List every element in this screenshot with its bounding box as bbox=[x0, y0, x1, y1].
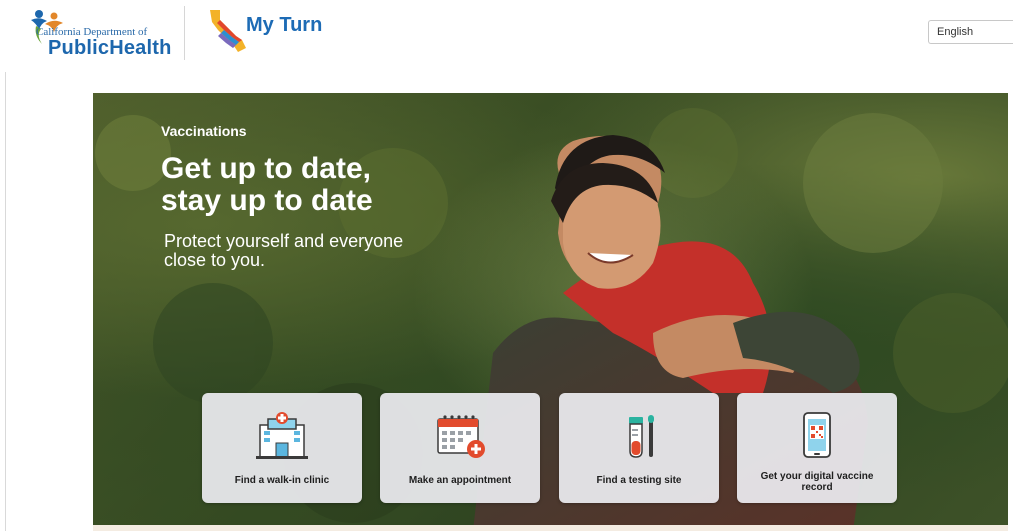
digital-vaccine-record-label: Get your digital vaccine record bbox=[743, 471, 891, 493]
test-tube-swab-icon bbox=[629, 415, 654, 458]
cdph-name-line2: PublicHealth bbox=[48, 37, 172, 59]
hero-subhead-line2: close to you. bbox=[164, 250, 266, 270]
hero-eyebrow: Vaccinations bbox=[161, 123, 247, 139]
testing-site-card[interactable]: Find a testing site bbox=[559, 393, 719, 503]
myturn-brand-text: My Turn bbox=[246, 14, 323, 36]
make-appointment-card[interactable]: Make an appointment bbox=[380, 393, 540, 503]
hero-headline: Get up to date, stay up to date bbox=[161, 153, 481, 217]
digital-vaccine-record-label-line2: record bbox=[801, 482, 833, 493]
hero-subhead-line1: Protect yourself and everyone bbox=[164, 231, 404, 251]
walk-in-clinic-label: Find a walk-in clinic bbox=[234, 475, 330, 486]
hero-headline-line1: Get up to date, bbox=[161, 152, 371, 185]
header-divider bbox=[184, 6, 185, 60]
digital-vaccine-record-card[interactable]: Get your digital vaccine record bbox=[737, 393, 897, 503]
hero-bottom-strip bbox=[93, 525, 1008, 531]
clinic-building-icon bbox=[256, 412, 308, 459]
site-header: California Department of PublicHealth My… bbox=[0, 0, 1013, 72]
page-left-border bbox=[5, 72, 6, 531]
testing-site-label: Find a testing site bbox=[596, 475, 682, 486]
language-selected-value: English bbox=[937, 26, 974, 38]
myturn-logo[interactable]: My Turn bbox=[206, 6, 322, 56]
hero-subhead: Protect yourself and everyone close to y… bbox=[164, 232, 454, 270]
cdph-logo[interactable]: California Department of PublicHealth bbox=[14, 4, 174, 60]
language-select[interactable]: English bbox=[928, 20, 1013, 44]
walk-in-clinic-card[interactable]: Find a walk-in clinic bbox=[202, 393, 362, 503]
phone-qr-code-icon bbox=[803, 412, 831, 458]
digital-vaccine-record-label-line1: Get your digital vaccine bbox=[760, 471, 874, 482]
calendar-add-icon bbox=[437, 415, 485, 458]
hero-headline-line2: stay up to date bbox=[161, 184, 373, 217]
make-appointment-label: Make an appointment bbox=[408, 475, 512, 486]
hero-banner: Vaccinations Get up to date, stay up to … bbox=[93, 93, 1008, 531]
